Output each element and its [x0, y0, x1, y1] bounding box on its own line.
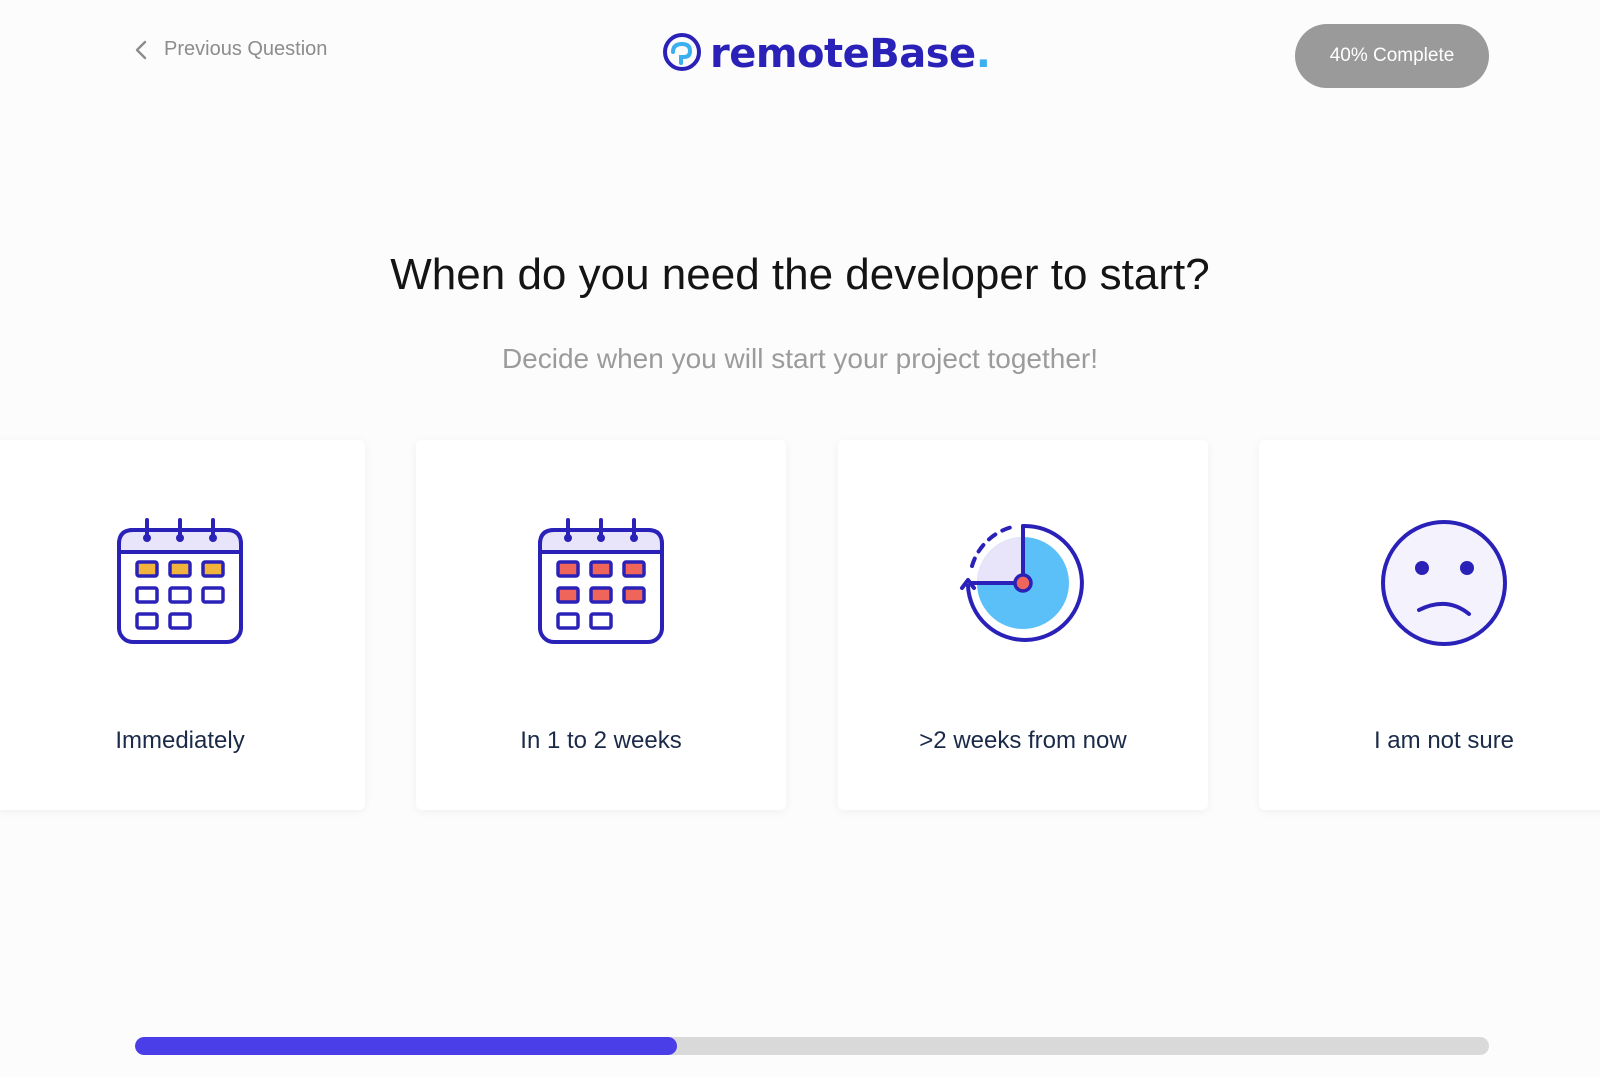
sad-face-icon — [1377, 516, 1511, 650]
logo-text: remoteBase. — [710, 31, 991, 77]
calendar-icon — [534, 516, 668, 650]
option-card-not-sure[interactable]: I am not sure — [1259, 440, 1600, 810]
previous-question-link[interactable]: Previous Question — [134, 38, 327, 61]
option-card-1-to-2-weeks[interactable]: In 1 to 2 weeks — [416, 440, 786, 810]
question-subtitle: Decide when you will start your project … — [501, 343, 1099, 374]
option-label: In 1 to 2 weeks — [520, 727, 682, 754]
option-label: Immediately — [115, 727, 245, 754]
option-card-immediately[interactable]: Immediately — [0, 440, 365, 810]
option-label: >2 weeks from now — [919, 727, 1127, 754]
progress-bar — [135, 1037, 1489, 1055]
progress-badge: 40% Complete — [1295, 24, 1489, 88]
calendar-icon — [113, 516, 247, 650]
logo-dot: . — [975, 31, 991, 77]
clock-icon — [956, 516, 1090, 650]
option-label: I am not sure — [1373, 727, 1515, 754]
option-card-over-2-weeks[interactable]: >2 weeks from now — [838, 440, 1208, 810]
previous-question-label: Previous Question — [164, 38, 328, 60]
chevron-left-icon — [134, 39, 148, 61]
progress-bar-fill — [135, 1037, 677, 1055]
question-title: When do you need the developer to start? — [390, 250, 1210, 299]
logo[interactable]: remoteBase. — [662, 30, 991, 78]
page: Previous Question remoteBase. 40% Comple… — [0, 0, 1600, 1077]
logo-mark-icon — [662, 32, 702, 77]
